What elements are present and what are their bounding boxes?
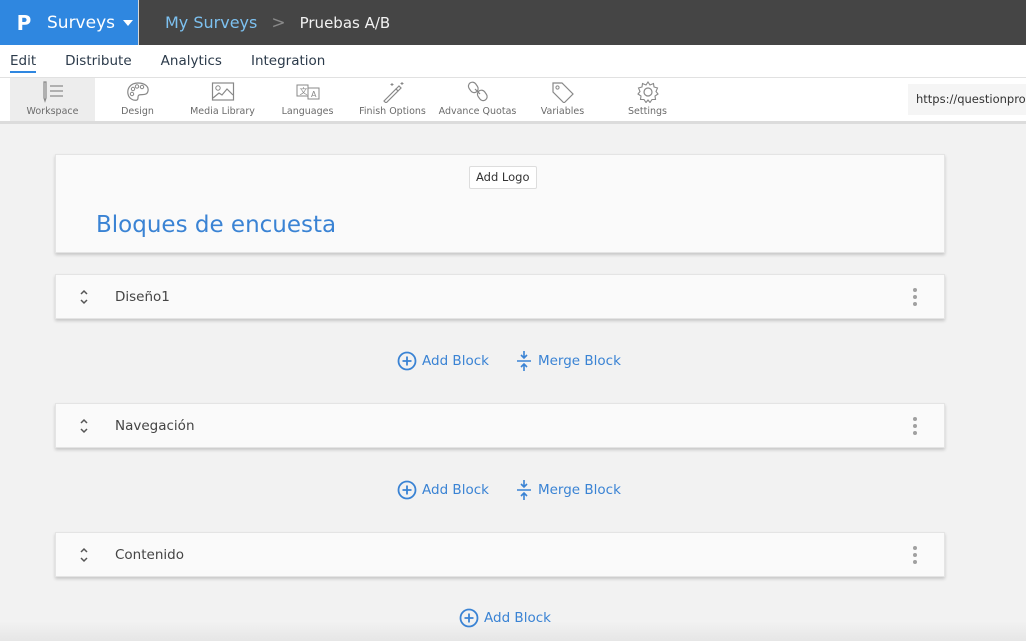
block-name: Navegación bbox=[115, 417, 195, 434]
survey-url-field[interactable]: https://questionpro. bbox=[908, 84, 1026, 115]
merge-block-button[interactable]: Merge Block bbox=[515, 479, 621, 501]
plus-circle-icon bbox=[459, 608, 479, 628]
magic-wand-icon bbox=[382, 82, 403, 103]
tab-integration[interactable]: Integration bbox=[251, 53, 325, 69]
add-block-label: Add Block bbox=[422, 482, 489, 498]
breadcrumb-current-survey: Pruebas A/B bbox=[299, 13, 391, 32]
tool-label: Languages bbox=[281, 106, 334, 117]
tool-languages[interactable]: 文 A Languages bbox=[265, 78, 350, 121]
reorder-handle-icon[interactable] bbox=[78, 547, 90, 563]
block-menu-icon[interactable] bbox=[913, 288, 917, 306]
tool-label: Design bbox=[121, 106, 154, 117]
plus-circle-icon bbox=[397, 351, 417, 371]
palette-icon bbox=[126, 82, 149, 101]
block-actions: Add Block Merge Block bbox=[397, 350, 621, 372]
survey-header-card: Add Logo Bloques de encuesta bbox=[55, 154, 945, 253]
tool-media-library[interactable]: Media Library bbox=[180, 78, 265, 121]
image-icon bbox=[211, 82, 234, 101]
tab-edit[interactable]: Edit bbox=[10, 53, 37, 73]
survey-block[interactable]: Navegación bbox=[55, 403, 945, 448]
tool-label: Finish Options bbox=[359, 106, 426, 117]
main-tabs: Edit Distribute Analytics Integration bbox=[0, 45, 1026, 78]
block-menu-icon[interactable] bbox=[913, 417, 917, 435]
merge-icon bbox=[516, 480, 531, 500]
tool-label: Variables bbox=[540, 106, 585, 117]
plus-circle-icon bbox=[397, 480, 417, 500]
link-chain-icon bbox=[467, 81, 488, 102]
add-block-button[interactable]: Add Block bbox=[397, 351, 489, 371]
block-name: Contenido bbox=[115, 546, 184, 563]
tag-icon bbox=[551, 82, 574, 103]
block-name: Diseño1 bbox=[115, 288, 170, 305]
reorder-handle-icon[interactable] bbox=[78, 418, 90, 434]
merge-block-label: Merge Block bbox=[537, 353, 621, 369]
breadcrumb-my-surveys[interactable]: My Surveys bbox=[165, 13, 257, 32]
tool-label: Settings bbox=[628, 106, 667, 117]
svg-text:文: 文 bbox=[299, 86, 307, 96]
product-name: Surveys bbox=[47, 12, 115, 33]
gear-icon bbox=[636, 81, 659, 103]
caret-down-icon bbox=[123, 19, 133, 26]
tab-analytics[interactable]: Analytics bbox=[161, 53, 222, 69]
breadcrumb: My Surveys > Pruebas A/B bbox=[139, 13, 390, 33]
add-block-button[interactable]: Add Block bbox=[397, 480, 489, 500]
tool-label: Advance Quotas bbox=[438, 106, 517, 117]
survey-block[interactable]: Contenido bbox=[55, 532, 945, 577]
reorder-handle-icon[interactable] bbox=[78, 289, 90, 305]
survey-block[interactable]: Diseño1 bbox=[55, 274, 945, 319]
tool-label: Media Library bbox=[190, 106, 255, 117]
tab-distribute[interactable]: Distribute bbox=[65, 53, 132, 69]
block-actions: Add Block Merge Block bbox=[397, 479, 621, 501]
block-menu-icon[interactable] bbox=[913, 546, 917, 564]
edit-toolbar: Workspace Design Media Library 文 A Langu… bbox=[0, 78, 1026, 124]
tool-finish-options[interactable]: Finish Options bbox=[350, 78, 435, 121]
product-switcher[interactable]: P Surveys bbox=[0, 0, 139, 45]
questionpro-logo-icon: P bbox=[16, 10, 32, 35]
tool-variables[interactable]: Variables bbox=[520, 78, 605, 121]
add-block-label: Add Block bbox=[422, 353, 489, 369]
workspace-icon bbox=[42, 81, 63, 103]
survey-title[interactable]: Bloques de encuesta bbox=[96, 212, 336, 238]
merge-block-button[interactable]: Merge Block bbox=[515, 350, 621, 372]
tool-settings[interactable]: Settings bbox=[605, 78, 690, 121]
merge-icon bbox=[516, 351, 531, 371]
tool-workspace[interactable]: Workspace bbox=[10, 78, 95, 121]
block-actions: Add Block bbox=[459, 608, 551, 628]
merge-block-label: Merge Block bbox=[537, 482, 621, 498]
top-bar: P Surveys My Surveys > Pruebas A/B bbox=[0, 0, 1026, 45]
add-block-button[interactable]: Add Block bbox=[459, 608, 551, 628]
add-logo-button[interactable]: Add Logo bbox=[469, 166, 537, 189]
add-block-label: Add Block bbox=[484, 610, 551, 626]
chevron-right-icon: > bbox=[271, 12, 286, 33]
tool-advance-quotas[interactable]: Advance Quotas bbox=[435, 78, 520, 121]
tool-design[interactable]: Design bbox=[95, 78, 180, 121]
svg-text:A: A bbox=[311, 90, 317, 99]
tool-label: Workspace bbox=[26, 106, 79, 117]
translate-icon: 文 A bbox=[296, 84, 319, 100]
